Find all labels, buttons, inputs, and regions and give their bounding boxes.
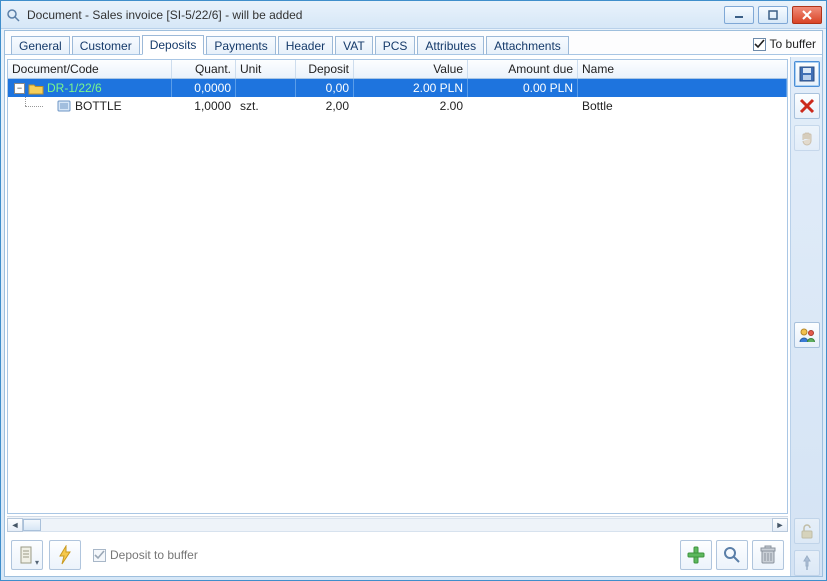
grid-body: − DR-1/22/6 0,0000 0,00 2.00 PLN 0.00 PL…	[8, 79, 787, 513]
hand-button[interactable]	[794, 125, 820, 151]
cell-unit	[236, 79, 296, 97]
window-title: Document - Sales invoice [SI-5/22/6] - w…	[27, 8, 724, 22]
col-unit[interactable]: Unit	[236, 60, 296, 78]
scroll-left-icon[interactable]: ◄	[7, 518, 23, 532]
to-buffer-checkbox[interactable]: To buffer	[753, 37, 816, 51]
folder-icon	[28, 82, 44, 95]
tree-collapse-icon[interactable]: −	[14, 83, 25, 94]
add-button[interactable]	[680, 540, 712, 570]
deposit-to-buffer-label: Deposit to buffer	[110, 548, 198, 562]
tab-vat[interactable]: VAT	[335, 36, 373, 55]
col-name[interactable]: Name	[578, 60, 787, 78]
maximize-button[interactable]	[758, 6, 788, 24]
cell-amount: 0.00 PLN	[468, 79, 578, 97]
search-button[interactable]	[716, 540, 748, 570]
grid-header: Document/Code Quant. Unit Deposit Value …	[8, 60, 787, 79]
bottom-bar: Deposit to buffer	[7, 536, 788, 574]
cancel-button[interactable]	[794, 93, 820, 119]
cell-unit: szt.	[236, 97, 296, 115]
cell-deposit: 2,00	[296, 97, 354, 115]
right-toolbar	[790, 57, 822, 576]
pin-button[interactable]	[794, 550, 820, 576]
cell-quant: 0,0000	[172, 79, 236, 97]
table-row[interactable]: − DR-1/22/6 0,0000 0,00 2.00 PLN 0.00 PL…	[8, 79, 787, 97]
col-amount-due[interactable]: Amount due	[468, 60, 578, 78]
cell-name: Bottle	[578, 97, 787, 115]
save-button[interactable]	[794, 61, 820, 87]
col-value[interactable]: Value	[354, 60, 468, 78]
top-row: General Customer Deposits Payments Heade…	[5, 31, 822, 55]
tabbar: General Customer Deposits Payments Heade…	[11, 34, 753, 54]
cell-quant: 1,0000	[172, 97, 236, 115]
table-row[interactable]: BOTTLE 1,0000 szt. 2,00 2.00 Bottle	[8, 97, 787, 115]
tree-branch	[8, 97, 53, 115]
scroll-thumb[interactable]	[23, 519, 41, 531]
tab-payments[interactable]: Payments	[206, 36, 275, 55]
cell-value: 2.00 PLN	[354, 79, 468, 97]
unlock-button[interactable]	[794, 518, 820, 544]
tab-deposits[interactable]: Deposits	[142, 35, 205, 55]
cell-amount	[468, 97, 578, 115]
close-button[interactable]	[792, 6, 822, 24]
receipt-button[interactable]	[11, 540, 43, 570]
row-label: DR-1/22/6	[47, 81, 102, 95]
checkmark-icon	[93, 549, 106, 562]
lightning-button[interactable]	[49, 540, 81, 570]
horizontal-scrollbar[interactable]: ◄ ►	[7, 516, 788, 532]
tab-attachments[interactable]: Attachments	[486, 36, 569, 55]
titlebar: Document - Sales invoice [SI-5/22/6] - w…	[1, 1, 826, 29]
tab-pcs[interactable]: PCS	[375, 36, 416, 55]
tab-attributes[interactable]: Attributes	[417, 36, 484, 55]
client-area: General Customer Deposits Payments Heade…	[4, 30, 823, 577]
scroll-right-icon[interactable]: ►	[772, 518, 788, 532]
minimize-button[interactable]	[724, 6, 754, 24]
checkmark-icon	[753, 38, 766, 51]
to-buffer-label: To buffer	[770, 37, 816, 51]
cell-name	[578, 79, 787, 97]
cell-deposit: 0,00	[296, 79, 354, 97]
content-area: Document/Code Quant. Unit Deposit Value …	[5, 57, 790, 534]
app-icon	[5, 7, 21, 23]
deposit-to-buffer-checkbox: Deposit to buffer	[93, 548, 198, 562]
tab-general[interactable]: General	[11, 36, 70, 55]
tab-customer[interactable]: Customer	[72, 36, 140, 55]
window-root: Document - Sales invoice [SI-5/22/6] - w…	[0, 0, 827, 581]
users-button[interactable]	[794, 322, 820, 348]
scroll-track[interactable]	[23, 518, 772, 532]
cell-value: 2.00	[354, 97, 468, 115]
document-icon	[57, 100, 71, 112]
col-deposit[interactable]: Deposit	[296, 60, 354, 78]
grid: Document/Code Quant. Unit Deposit Value …	[7, 59, 788, 514]
row-label: BOTTLE	[75, 99, 122, 113]
delete-button[interactable]	[752, 540, 784, 570]
tab-header[interactable]: Header	[278, 36, 333, 55]
col-quant[interactable]: Quant.	[172, 60, 236, 78]
col-document-code[interactable]: Document/Code	[8, 60, 172, 78]
